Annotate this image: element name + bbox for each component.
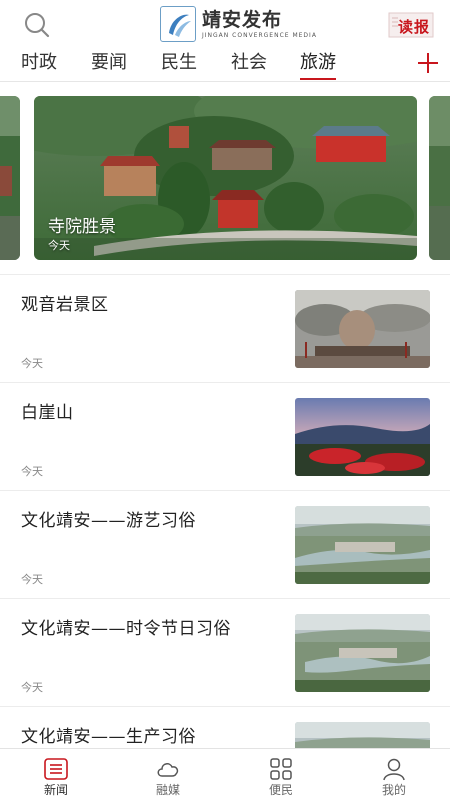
news-time: 今天 <box>21 357 43 370</box>
news-title: 文化靖安——生产习俗 <box>21 727 196 747</box>
user-icon <box>383 758 405 781</box>
news-time: 今天 <box>21 465 43 478</box>
list-item[interactable]: 观音岩景区 今天 <box>0 274 450 382</box>
active-tab-indicator <box>300 78 336 80</box>
logo-subtitle: JINGAN CONVERGENCE MEDIA <box>202 31 317 39</box>
tab-tourism[interactable]: 旅游 <box>300 50 336 80</box>
tab-livelihood[interactable]: 民生 <box>161 50 197 80</box>
carousel-main-slide[interactable]: 寺院胜景 今天 <box>34 96 417 260</box>
list-item[interactable]: 文化靖安——游艺习俗 今天 <box>0 490 450 598</box>
app-logo: 靖安发布 JINGAN CONVERGENCE MEDIA <box>160 6 317 42</box>
logo-title: 靖安发布 <box>202 8 283 31</box>
news-time: 今天 <box>21 573 43 586</box>
cloud-icon <box>157 763 179 777</box>
news-thumbnail <box>295 290 430 368</box>
read-label: 读报 <box>398 18 431 36</box>
app-header: 靖安发布 JINGAN CONVERGENCE MEDIA 读报 <box>0 0 450 48</box>
list-item[interactable]: 文化靖安——时令节日习俗 今天 <box>0 598 450 706</box>
news-title: 文化靖安——时令节日习俗 <box>21 619 231 639</box>
nav-mine[interactable]: 我的 <box>338 749 450 800</box>
list-item[interactable]: 白崖山 今天 <box>0 382 450 490</box>
read-newspaper-button[interactable]: 读报 <box>386 10 436 40</box>
nav-news[interactable]: 新闻 <box>0 749 112 800</box>
nav-label: 融媒 <box>155 783 180 797</box>
tab-politics[interactable]: 时政 <box>21 50 57 80</box>
bottom-nav: 新闻 融媒 便民 我的 <box>0 748 450 800</box>
news-title: 文化靖安——游艺习俗 <box>21 511 196 531</box>
carousel-prev-slide[interactable] <box>0 96 20 260</box>
add-channel-button[interactable] <box>414 49 442 77</box>
news-list: 观音岩景区 今天 白崖山 今天 文化靖安——游艺习俗 今天 文化靖安——时令节日… <box>0 274 450 800</box>
nav-services[interactable]: 便民 <box>225 749 337 800</box>
search-button[interactable] <box>22 10 52 40</box>
nav-media[interactable]: 融媒 <box>112 749 224 800</box>
news-time: 今天 <box>21 681 43 694</box>
search-icon <box>25 13 50 38</box>
tab-society[interactable]: 社会 <box>231 50 267 80</box>
carousel-title: 寺院胜景 <box>48 217 116 237</box>
tab-headlines[interactable]: 要闻 <box>91 50 127 80</box>
carousel-next-slide[interactable] <box>429 96 450 260</box>
news-thumbnail <box>295 398 430 476</box>
featured-carousel: 寺院胜景 今天 <box>0 96 450 260</box>
category-tabs: 时政 要闻 民生 社会 旅游 <box>0 48 450 82</box>
news-icon <box>44 758 68 780</box>
news-title: 观音岩景区 <box>21 295 109 315</box>
nav-label: 我的 <box>381 783 406 797</box>
news-thumbnail <box>295 506 430 584</box>
logo-mark-icon <box>160 6 196 42</box>
news-thumbnail <box>295 614 430 692</box>
grid-icon <box>270 758 292 780</box>
news-title: 白崖山 <box>21 403 74 423</box>
nav-label: 便民 <box>268 783 293 797</box>
carousel-time: 今天 <box>48 239 70 252</box>
nav-label: 新闻 <box>43 783 68 797</box>
plus-icon <box>418 53 438 73</box>
